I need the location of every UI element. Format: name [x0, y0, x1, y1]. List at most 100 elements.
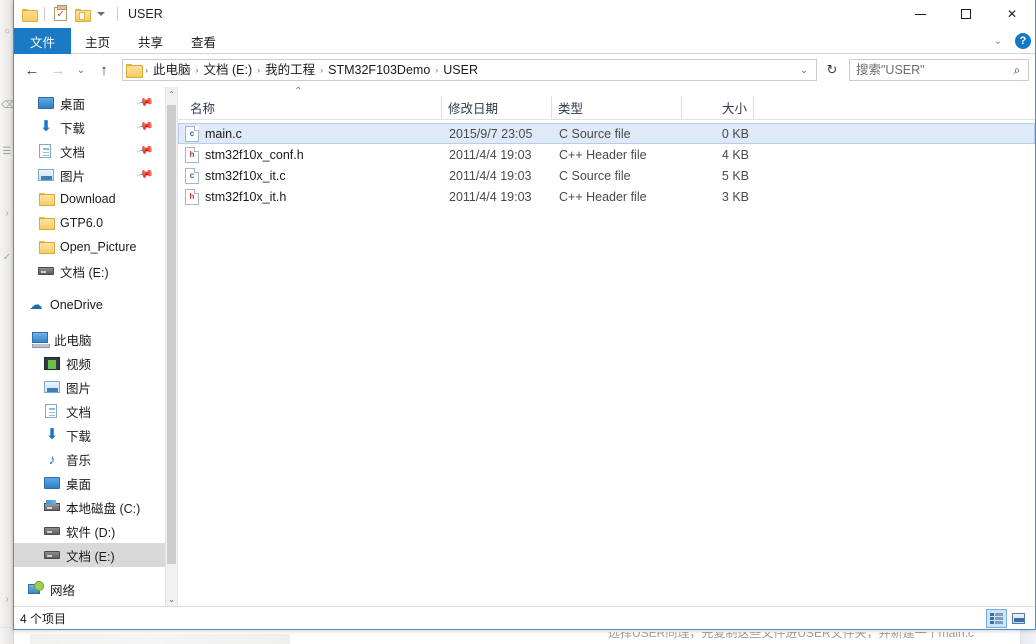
sidebar-item-label: 此电脑	[54, 333, 92, 348]
scroll-up-icon[interactable]: ⌃	[166, 87, 177, 101]
this-pc-icon	[32, 331, 50, 348]
sidebar-item-desktop[interactable]: 桌面	[14, 471, 165, 495]
breadcrumb-item-documents-e[interactable]: 文档 (E:)	[200, 60, 257, 80]
sidebar-item-local-disk-c[interactable]: 本地磁盘 (C:)	[14, 495, 165, 519]
breadcrumb-item-user[interactable]: USER	[439, 60, 482, 80]
column-header-type[interactable]: 类型	[552, 95, 682, 120]
refresh-button[interactable]: ↻	[821, 59, 843, 81]
file-name-cell[interactable]: h stm32f10x_conf.h	[179, 146, 443, 163]
properties-icon[interactable]: ✓	[49, 3, 71, 25]
pin-icon[interactable]: 📌	[136, 142, 154, 160]
tab-view[interactable]: 查看	[177, 28, 230, 54]
table-row[interactable]: c stm32f10x_it.c 2011/4/4 19:03 C Source…	[178, 165, 1035, 186]
sidebar-item-label: 视频	[66, 357, 92, 372]
quick-access-toolbar: ✓	[14, 0, 118, 28]
file-name-cell[interactable]: c main.c	[179, 125, 443, 142]
tab-share[interactable]: 共享	[124, 28, 177, 54]
help-icon[interactable]: ?	[1015, 33, 1031, 49]
pictures-icon	[38, 167, 54, 183]
file-name-cell[interactable]: h stm32f10x_it.h	[179, 188, 443, 205]
recent-locations-button[interactable]: ⌄	[72, 58, 90, 82]
sidebar-item-open-picture[interactable]: Open_Picture	[14, 235, 165, 259]
file-name-cell[interactable]: c stm32f10x_it.c	[179, 167, 443, 184]
customize-qat-caret-icon[interactable]	[93, 3, 109, 25]
sidebar-item-documents-e-qa[interactable]: 文档 (E:)	[14, 259, 165, 283]
sidebar-item-videos[interactable]: 视频	[14, 351, 165, 375]
ribbon-tab-bar: 文件 主页 共享 查看 ⌄ ?	[14, 28, 1035, 54]
breadcrumb-item-this-pc[interactable]: 此电脑	[149, 60, 195, 80]
drive-icon	[38, 263, 54, 279]
file-size-cell: 0 KB	[721, 126, 749, 141]
search-box[interactable]: ⌕	[849, 59, 1029, 81]
file-size-cell: 5 KB	[721, 168, 749, 183]
sidebar-item-documents-e[interactable]: 文档 (E:)	[14, 543, 165, 567]
file-icon-letter: c	[189, 170, 195, 180]
music-icon: ♪	[48, 451, 56, 467]
file-date-cell: 2011/4/4 19:03	[449, 168, 532, 183]
sidebar-item-download-folder[interactable]: Download	[14, 187, 165, 211]
forward-button[interactable]: →	[46, 58, 70, 82]
large-icons-view-button[interactable]	[1008, 609, 1029, 628]
sidebar-item-label: Download	[60, 192, 116, 206]
sidebar-item-network[interactable]: 网络	[14, 577, 165, 601]
close-button[interactable]: ✕	[989, 0, 1035, 28]
breadcrumb-item-stm32f103demo[interactable]: STM32F103Demo	[324, 60, 434, 80]
sidebar-item-pictures[interactable]: 图片	[14, 375, 165, 399]
file-date-cell: 2015/9/7 23:05	[449, 126, 533, 141]
back-button[interactable]: ←	[20, 58, 44, 82]
scrollbar-track[interactable]	[166, 101, 177, 592]
search-icon[interactable]: ⌕	[1006, 63, 1028, 78]
sidebar-item-onedrive[interactable]: ☁ OneDrive	[14, 293, 165, 317]
search-input[interactable]	[850, 63, 1006, 77]
maximize-button[interactable]	[943, 0, 989, 28]
breadcrumb-dropdown-icon[interactable]: ⌄	[796, 65, 812, 76]
window-controls: ✕	[897, 0, 1035, 28]
sidebar-item-this-pc[interactable]: 此电脑	[14, 327, 165, 351]
sidebar-item-gtp60[interactable]: GTP6.0	[14, 211, 165, 235]
chevron-down-icon[interactable]: ⌄	[989, 32, 1007, 50]
column-header-size[interactable]: 大小	[682, 95, 754, 120]
folder-glyph	[22, 8, 38, 22]
sidebar-item-pictures-qa[interactable]: 图片 📌	[14, 163, 165, 187]
sidebar-item-documents-qa[interactable]: 文档 📌	[14, 139, 165, 163]
file-name: stm32f10x_it.h	[205, 189, 287, 204]
navigation-scrollbar[interactable]: ⌃ ⌄	[165, 87, 177, 606]
pin-icon[interactable]: 📌	[136, 166, 154, 184]
folder-icon[interactable]	[18, 3, 40, 25]
up-button[interactable]: ↑	[92, 58, 116, 82]
breadcrumb-item-my-projects[interactable]: 我的工程	[261, 60, 319, 80]
scroll-down-icon[interactable]: ⌄	[166, 592, 177, 606]
videos-icon	[44, 355, 60, 371]
breadcrumb[interactable]: › 此电脑 › 文档 (E:) › 我的工程 › STM32F103Demo ›…	[122, 59, 817, 81]
tab-file[interactable]: 文件	[14, 28, 72, 54]
pin-icon[interactable]: 📌	[136, 118, 154, 136]
new-folder-icon[interactable]	[71, 3, 93, 25]
table-row[interactable]: h stm32f10x_it.h 2011/4/4 19:03 C++ Head…	[178, 186, 1035, 207]
pin-icon[interactable]: 📌	[136, 94, 154, 112]
details-view-button[interactable]	[986, 608, 1007, 628]
scrollbar-thumb[interactable]	[167, 105, 176, 564]
sidebar-item-music[interactable]: ♪ 音乐	[14, 447, 165, 471]
minimize-button[interactable]	[897, 0, 943, 28]
sidebar-item-desktop-qa[interactable]: 桌面 📌	[14, 91, 165, 115]
sidebar-item-label: 文档 (E:)	[66, 549, 115, 564]
sidebar-item-label: 下载	[66, 429, 92, 444]
column-header-date-modified[interactable]: 修改日期	[442, 95, 552, 120]
file-list-pane: ⌃ 名称 修改日期 类型 大小 c main.c 2015/9/7 23:05	[177, 87, 1035, 606]
c-source-file-icon: c	[185, 125, 199, 142]
check-mark-icon: ✓	[56, 9, 65, 20]
folder-page-glyph	[79, 12, 85, 20]
sidebar-item-downloads-qa[interactable]: ⬇ 下载 📌	[14, 115, 165, 139]
sidebar-item-downloads[interactable]: ⬇ 下载	[14, 423, 165, 447]
background-taskbar	[30, 634, 290, 644]
tab-home[interactable]: 主页	[71, 28, 124, 54]
sidebar-item-documents[interactable]: 文档	[14, 399, 165, 423]
status-bar: 4 个项目	[14, 606, 1035, 629]
table-row[interactable]: h stm32f10x_conf.h 2011/4/4 19:03 C++ He…	[178, 144, 1035, 165]
sidebar-item-software-d[interactable]: 软件 (D:)	[14, 519, 165, 543]
table-row[interactable]: c main.c 2015/9/7 23:05 C Source file 0 …	[178, 123, 1035, 144]
column-header-name[interactable]: 名称	[178, 95, 442, 120]
sidebar-item-label: 桌面	[60, 97, 86, 112]
background-glyph-3: ›	[5, 208, 9, 219]
